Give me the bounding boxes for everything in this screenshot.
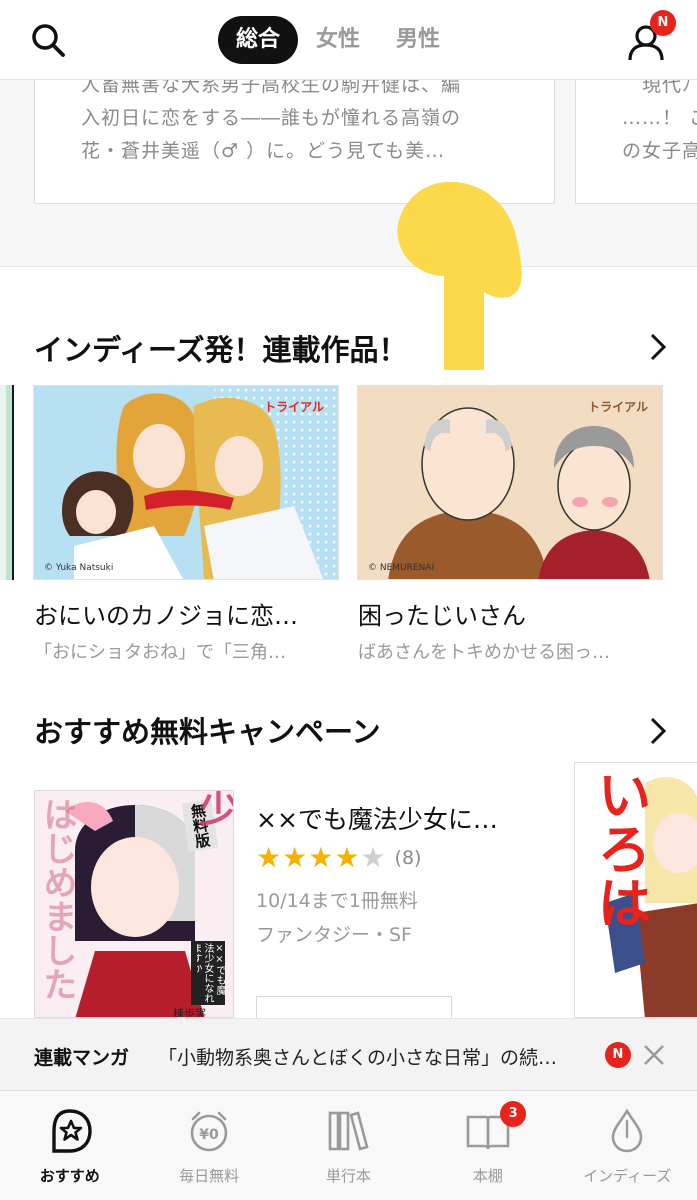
notice-new-badge: N xyxy=(605,1042,631,1068)
nav-label: 単行本 xyxy=(325,1167,371,1185)
nav-bookshelf[interactable]: 3 本棚 xyxy=(418,1091,557,1200)
star-bubble-icon xyxy=(51,1109,92,1153)
star-icon: ★ xyxy=(308,841,334,874)
drop-icon xyxy=(611,1108,643,1153)
campaign-genre: ファンタジー・SF xyxy=(256,924,412,946)
rating-count: (8) xyxy=(394,847,422,869)
campaign-more-chevron-icon[interactable] xyxy=(646,716,670,746)
indies-thumb-2-artwork xyxy=(358,386,662,579)
swipe-hand-icon xyxy=(397,181,522,370)
bookshelf-count-badge: 3 xyxy=(500,1101,527,1127)
featured-description-area: 人畜無害な犬系男子高校生の駒井健は、編 入初日に恋をする――誰もが憧れる高嶺の … xyxy=(0,80,697,266)
campaign-rating: ★ ★ ★ ★ ★ (8) xyxy=(256,844,421,872)
nav-label: インディーズ xyxy=(583,1167,672,1185)
star-icon: ★ xyxy=(282,841,308,874)
indies-item-2-subtitle: ばあさんをトキめかせる困っ… xyxy=(358,642,610,663)
campaign-cover-side-text: はじめました xyxy=(37,797,77,1001)
thumb-credit: © Yuka Natsuki xyxy=(44,563,114,573)
campaign-cover[interactable]: 無料版 老後に魔法少 はじめました ××でも魔法少女になれますか 棟歩実 xyxy=(34,790,234,1018)
campaign-next-cover[interactable]: いろは xyxy=(574,762,697,1018)
tab-male[interactable]: 男性 xyxy=(378,16,458,64)
bottom-nav: おすすめ ¥0 毎日無料 単行本 3 本棚 インディーズ xyxy=(0,1090,697,1200)
section-divider xyxy=(0,266,697,267)
notice-text: 「小動物系奥さんとぼくの小さな日常」の続… xyxy=(158,1047,558,1069)
books-icon xyxy=(329,1111,370,1151)
featured-card-right-text: 現代ﾉ ……！ こ の女子高 xyxy=(622,80,697,162)
indies-item-1-title[interactable]: おにいのカノジョに恋… xyxy=(34,596,298,631)
indies-item-2-title[interactable]: 困ったじいさん xyxy=(358,596,526,631)
profile-new-badge: N xyxy=(650,10,676,36)
profile-button[interactable]: N xyxy=(624,10,676,66)
indies-item-1-subtitle: 「おにショタおね」で「三角… xyxy=(34,642,286,663)
campaign-section-title: おすすめ無料キャンペーン xyxy=(34,715,381,749)
nav-recommended[interactable]: おすすめ xyxy=(0,1091,139,1200)
thumb-credit: © NEMURENAI xyxy=(368,563,435,573)
star-icon: ★ xyxy=(360,841,386,874)
trial-badge: トライアル xyxy=(264,400,324,414)
tab-female[interactable]: 女性 xyxy=(298,16,378,64)
nav-indies[interactable]: インディーズ xyxy=(558,1091,697,1200)
star-icon: ★ xyxy=(334,841,360,874)
trial-badge: トライアル xyxy=(588,400,648,414)
category-tabs: 総合 女性 男性 xyxy=(218,16,458,64)
nav-label: おすすめ xyxy=(39,1167,100,1185)
campaign-free-until: 10/14まで1冊無料 xyxy=(256,890,418,912)
campaign-item-title[interactable]: ××でも魔法少女に… xyxy=(256,800,498,836)
nav-label: 毎日無料 xyxy=(179,1167,240,1185)
search-icon[interactable] xyxy=(28,20,70,62)
nav-daily-free[interactable]: ¥0 毎日無料 xyxy=(139,1091,278,1200)
indies-prev-thumb[interactable] xyxy=(0,385,14,580)
star-icon: ★ xyxy=(256,841,282,874)
indies-thumb-1[interactable]: トライアル © Yuka Natsuki xyxy=(33,385,339,580)
svg-text:¥0: ¥0 xyxy=(199,1127,219,1143)
serial-notice-banner[interactable]: 連載マンガ 「小動物系奥さんとぼくの小さな日常」の続… N xyxy=(0,1018,697,1090)
indies-thumb-2[interactable]: トライアル © NEMURENAI xyxy=(357,385,663,580)
close-icon[interactable] xyxy=(640,1041,668,1069)
indies-section-title: インディーズ発！連載作品！ xyxy=(34,333,408,367)
featured-card-left-text: 人畜無害な犬系男子高校生の駒井健は、編 入初日に恋をする――誰もが憧れる高嶺の … xyxy=(81,80,462,162)
nav-label: 本棚 xyxy=(472,1167,503,1185)
featured-card-right[interactable]: 現代ﾉ ……！ こ の女子高 xyxy=(575,80,697,204)
nav-volumes[interactable]: 単行本 xyxy=(279,1091,418,1200)
campaign-cover-small-title: ××でも魔法少女になれますか xyxy=(197,943,225,1003)
notice-label: 連載マンガ xyxy=(34,1047,130,1069)
top-header: 総合 女性 男性 N xyxy=(0,0,697,80)
yen-clock-icon: ¥0 xyxy=(190,1111,228,1152)
campaign-next-cover-text: いろは xyxy=(588,767,651,929)
indies-more-chevron-icon[interactable] xyxy=(646,332,670,362)
tab-general[interactable]: 総合 xyxy=(218,16,299,64)
indies-thumb-1-artwork xyxy=(34,386,338,579)
campaign-cover-author: 棟歩実 xyxy=(173,1007,206,1018)
